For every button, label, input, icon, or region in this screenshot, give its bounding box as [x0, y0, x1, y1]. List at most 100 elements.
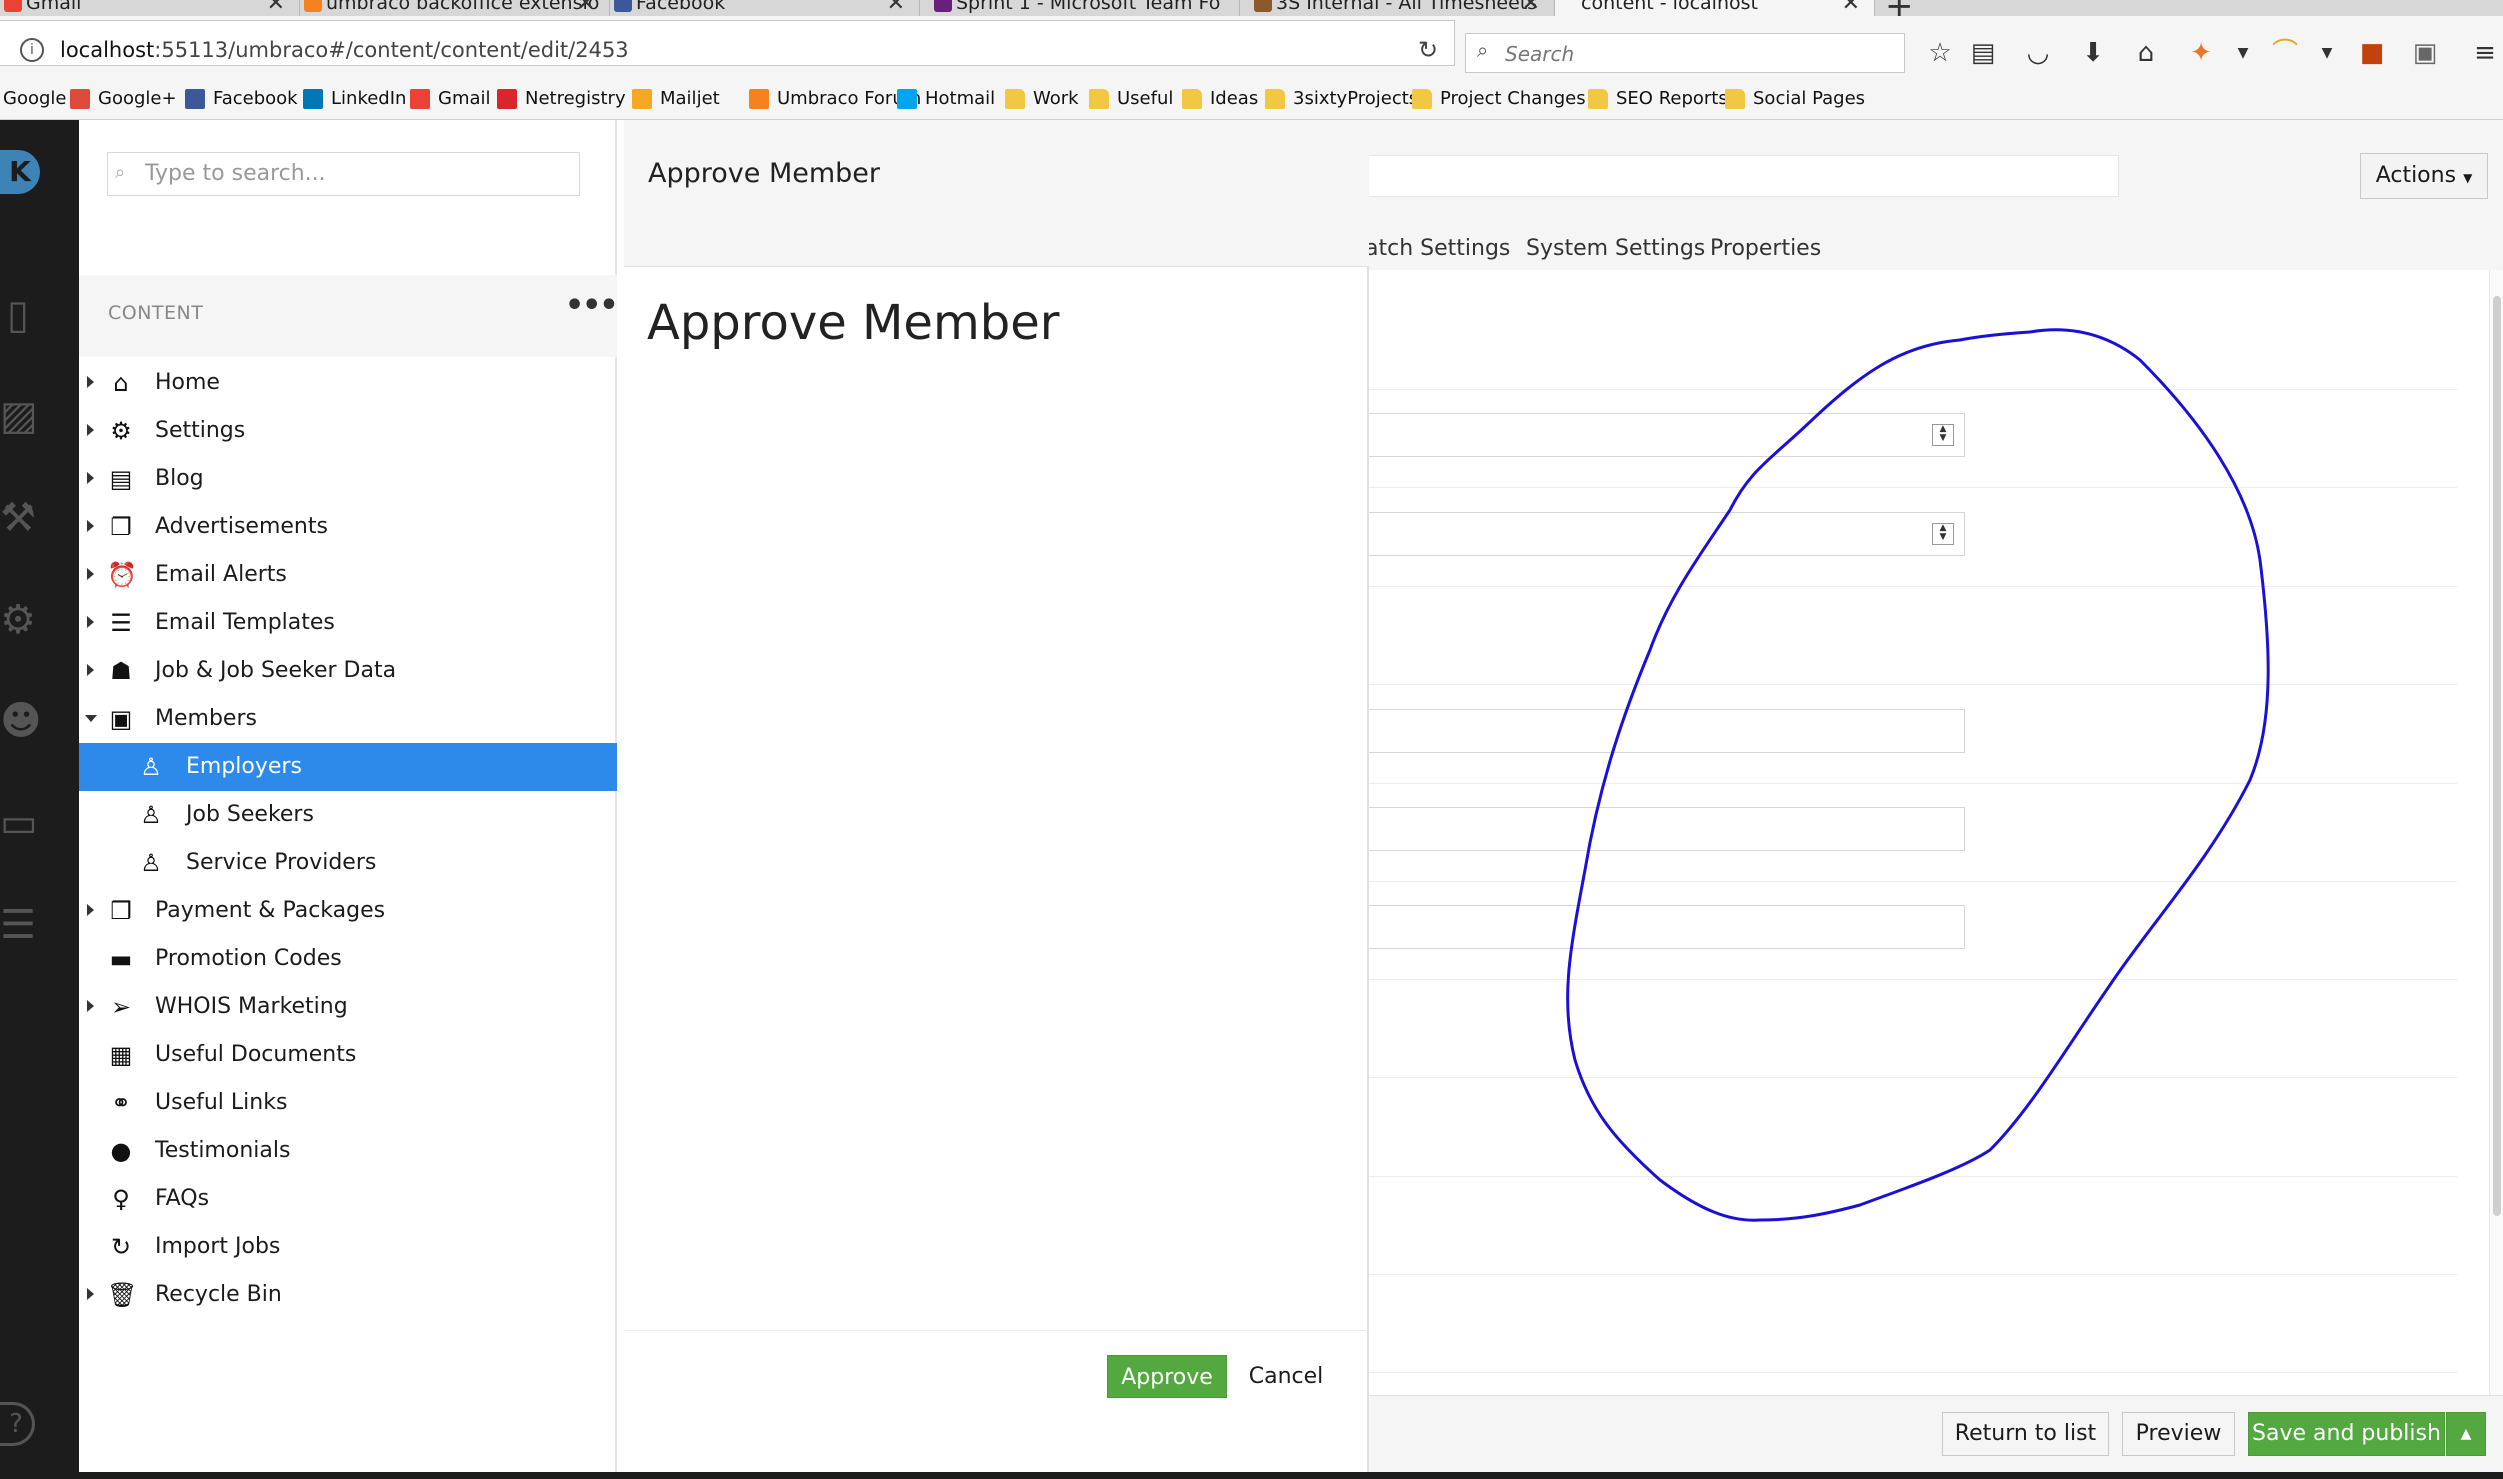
bookmark-item[interactable]: Facebook: [185, 88, 298, 109]
return-to-list-button[interactable]: Return to list: [1942, 1412, 2109, 1456]
caret-right-icon[interactable]: [87, 376, 94, 388]
reading-list-icon[interactable]: ▤: [1968, 38, 1998, 68]
close-tab-icon[interactable]: ✕: [577, 0, 595, 16]
dropdown-arrow-icon[interactable]: ▼: [2312, 38, 2342, 68]
spinner-arrows-icon[interactable]: ▲ ▼: [1932, 523, 1954, 545]
scrollbar-thumb[interactable]: [2493, 296, 2501, 1216]
tab-match-settings[interactable]: atch Settings: [1365, 236, 1510, 261]
site-info-icon[interactable]: i: [20, 38, 44, 62]
bookmark-item[interactable]: Social Pages: [1725, 88, 1865, 109]
bookmark-item[interactable]: Gmail: [410, 88, 491, 109]
reload-icon[interactable]: ↻: [1418, 36, 1438, 64]
dropdown-arrow-icon[interactable]: ▼: [2228, 38, 2258, 68]
caret-right-icon[interactable]: [87, 1288, 94, 1300]
content-section-icon[interactable]: ▯: [0, 295, 36, 335]
browser-tab[interactable]: 3S Internal - All Timesheets ✕: [1250, 0, 1555, 16]
tree-node[interactable]: ⌂ Home: [79, 359, 617, 407]
caret-right-icon[interactable]: [87, 520, 94, 532]
tree-node[interactable]: ♀ FAQs: [79, 1175, 617, 1223]
caret-right-icon[interactable]: [87, 1000, 94, 1012]
bookmark-item[interactable]: Umbraco Forum: [749, 88, 921, 109]
caret-right-icon[interactable]: [87, 904, 94, 916]
home-icon[interactable]: ⌂: [2131, 38, 2161, 68]
browser-tab[interactable]: Sprint 1 - Microsoft Team Fo: [930, 0, 1240, 16]
tree-node[interactable]: ▦ Useful Documents: [79, 1031, 617, 1079]
media-section-icon[interactable]: ▨: [0, 396, 38, 436]
cancel-button[interactable]: Cancel: [1236, 1355, 1336, 1398]
bookmark-item[interactable]: 3sixtyProjects: [1265, 88, 1418, 109]
address-url[interactable]: localhost:55113/umbraco#/content/content…: [60, 38, 629, 62]
forms-section-icon[interactable]: ☰: [0, 905, 36, 945]
tree-node[interactable]: ● Testimonials: [79, 1127, 617, 1175]
tree-node[interactable]: ⚭ Useful Links: [79, 1079, 617, 1127]
text-field[interactable]: [1369, 709, 1965, 753]
rainbow-extension-icon[interactable]: ⌒: [2270, 38, 2300, 68]
red-extension-icon[interactable]: ■: [2357, 38, 2387, 68]
browser-tab[interactable]: Facebook ✕: [610, 0, 920, 16]
tree-node[interactable]: ▤ Blog: [79, 455, 617, 503]
tree-node[interactable]: 🗑 Recycle Bin: [79, 1271, 617, 1319]
tree-node[interactable]: ↻ Import Jobs: [79, 1223, 617, 1271]
tree-node[interactable]: ▣ Members: [79, 695, 617, 743]
publish-options-caret-icon[interactable]: ▲: [2446, 1412, 2486, 1456]
text-field[interactable]: [1369, 807, 1965, 851]
members-section-icon[interactable]: ▭: [0, 803, 38, 843]
browser-tab[interactable]: Gmail ✕: [0, 0, 300, 16]
number-field[interactable]: [1369, 413, 1965, 457]
preview-button[interactable]: Preview: [2122, 1412, 2235, 1456]
bookmark-item[interactable]: Work: [1005, 88, 1079, 109]
node-name-input[interactable]: [1369, 155, 2119, 197]
caret-right-icon[interactable]: [87, 664, 94, 676]
tree-options-icon[interactable]: •••: [565, 288, 619, 323]
close-tab-icon[interactable]: ✕: [1522, 0, 1540, 16]
tree-node[interactable]: ▬ Promotion Codes: [79, 935, 617, 983]
approve-button[interactable]: Approve: [1107, 1355, 1227, 1398]
tree-node[interactable]: ♙ Job Seekers: [79, 791, 617, 839]
number-field[interactable]: [1369, 512, 1965, 556]
bookmark-item[interactable]: Google: [3, 88, 66, 109]
browser-tab-active[interactable]: content - localhost ✕: [1555, 0, 1875, 16]
tree-node[interactable]: ⏰ Email Alerts: [79, 551, 617, 599]
bookmark-item[interactable]: Useful: [1089, 88, 1173, 109]
tree-node[interactable]: ➢ WHOIS Marketing: [79, 983, 617, 1031]
developer-gear-icon[interactable]: ⚙: [0, 600, 36, 640]
close-tab-icon[interactable]: ✕: [267, 0, 285, 16]
bookmark-item[interactable]: Ideas: [1182, 88, 1258, 109]
tree-node[interactable]: ⚙ Settings: [79, 407, 617, 455]
bookmark-item[interactable]: SEO Reports: [1588, 88, 1728, 109]
tree-node[interactable]: ♙ Employers: [79, 743, 617, 791]
caret-right-icon[interactable]: [87, 568, 94, 580]
bookmark-item[interactable]: Mailjet: [632, 88, 720, 109]
caret-right-icon[interactable]: [87, 472, 94, 484]
bookmark-star-icon[interactable]: ☆: [1925, 38, 1955, 68]
close-tab-icon[interactable]: ✕: [1842, 0, 1860, 16]
users-section-icon[interactable]: ☻: [0, 701, 42, 741]
bookmark-item[interactable]: LinkedIn: [303, 88, 406, 109]
tree-node[interactable]: ☰ Email Templates: [79, 599, 617, 647]
browser-tab[interactable]: umbraco backoffice extensio ✕: [300, 0, 610, 16]
save-and-publish-button[interactable]: Save and publish: [2248, 1412, 2445, 1456]
close-tab-icon[interactable]: ✕: [887, 0, 905, 16]
download-icon[interactable]: ⬇: [2078, 38, 2108, 68]
caret-down-icon[interactable]: [85, 715, 97, 722]
tab-properties[interactable]: Properties: [1710, 236, 1821, 261]
actions-button[interactable]: Actions ▼: [2360, 153, 2488, 199]
extension-box-icon[interactable]: ▣: [2410, 38, 2440, 68]
bookmark-item[interactable]: Hotmail: [897, 88, 995, 109]
bookmark-item[interactable]: Google+: [70, 88, 177, 109]
new-tab-icon[interactable]: +: [1885, 0, 1914, 16]
tab-system-settings[interactable]: System Settings: [1526, 236, 1705, 261]
bookmark-item[interactable]: Project Changes: [1412, 88, 1586, 109]
text-field[interactable]: [1369, 905, 1965, 949]
caret-right-icon[interactable]: [87, 424, 94, 436]
extension-icon[interactable]: ✦: [2186, 38, 2216, 68]
spinner-arrows-icon[interactable]: ▲ ▼: [1932, 424, 1954, 446]
tree-node[interactable]: ♙ Service Providers: [79, 839, 617, 887]
caret-right-icon[interactable]: [87, 616, 94, 628]
tree-node[interactable]: ☗ Job & Job Seeker Data: [79, 647, 617, 695]
pocket-icon[interactable]: ◡: [2023, 38, 2053, 68]
tree-node[interactable]: ❒ Payment & Packages: [79, 887, 617, 935]
menu-icon[interactable]: ≡: [2470, 38, 2500, 68]
tree-node[interactable]: ❐ Advertisements: [79, 503, 617, 551]
settings-wrench-icon[interactable]: ⚒: [0, 498, 36, 538]
